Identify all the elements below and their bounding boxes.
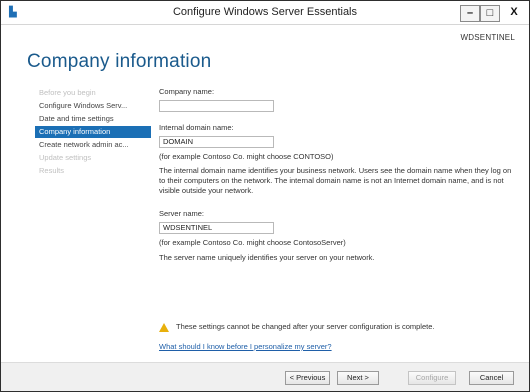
warning-text: These settings cannot be changed after y…	[176, 322, 435, 331]
previous-button[interactable]: < Previous	[285, 371, 330, 385]
domain-name-label: Internal domain name:	[159, 123, 234, 132]
company-name-input[interactable]	[159, 100, 274, 112]
nav-item-date-time-settings[interactable]: Date and time settings	[35, 113, 151, 125]
nav-item-update-settings: Update settings	[39, 153, 92, 162]
server-name-label: Server name:	[159, 209, 205, 218]
page-title: Company information	[27, 51, 212, 72]
minimize-button[interactable]: –	[460, 5, 480, 22]
domain-example-text: (for example Contoso Co. might choose CO…	[159, 152, 334, 161]
server-example-text: (for example Contoso Co. might choose Co…	[159, 238, 346, 247]
setup-window: ▙ Configure Windows Server Essentials – …	[0, 0, 530, 392]
warning-icon	[159, 323, 169, 332]
maximize-button[interactable]: □	[480, 5, 500, 22]
title-bar[interactable]: ▙ Configure Windows Server Essentials – …	[1, 1, 529, 25]
cancel-button[interactable]: Cancel	[469, 371, 514, 385]
domain-description: The internal domain name identifies your…	[159, 166, 512, 195]
help-link[interactable]: What should I know before I personalize …	[159, 342, 332, 351]
nav-item-configure-windows-server[interactable]: Configure Windows Serv...	[35, 100, 151, 112]
server-description: The server name uniquely identifies your…	[159, 253, 375, 262]
next-button[interactable]: Next >	[337, 371, 379, 385]
domain-name-input[interactable]: DOMAIN	[159, 136, 274, 148]
nav-item-results: Results	[39, 166, 65, 175]
nav-item-before-you-begin: Before you begin	[39, 88, 96, 97]
window-title: Configure Windows Server Essentials	[172, 6, 358, 18]
nav-item-create-network-admin[interactable]: Create network admin ac...	[35, 139, 151, 151]
wizard-steps-nav: Before you begin Configure Windows Serv.…	[35, 87, 151, 178]
configure-button: Configure	[408, 371, 456, 385]
company-name-label: Company name:	[159, 87, 215, 96]
server-name-input[interactable]: WDSENTINEL	[159, 222, 274, 234]
server-name-tag: WDSENTINEL	[460, 33, 515, 42]
wizard-footer: < Previous Next > Configure Cancel	[1, 362, 529, 391]
close-button[interactable]: X	[503, 5, 525, 22]
nav-item-company-information[interactable]: Company information	[35, 126, 151, 138]
